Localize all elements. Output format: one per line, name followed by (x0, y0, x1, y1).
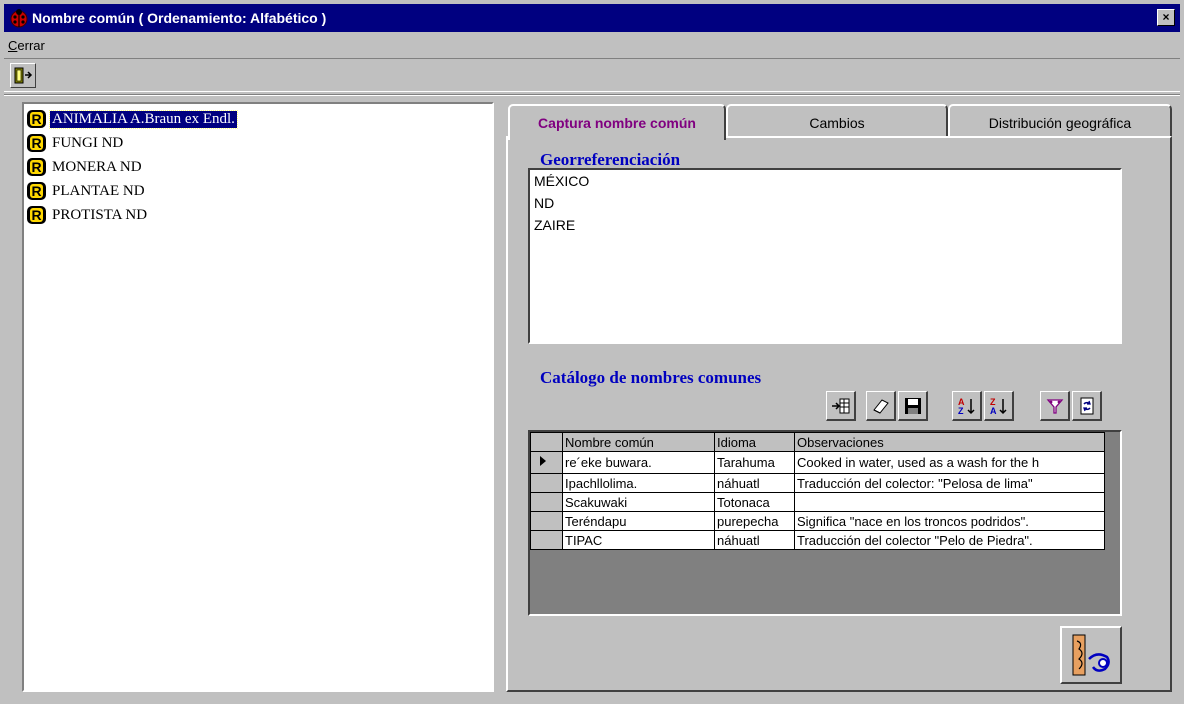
exit-person-icon (1072, 634, 1110, 676)
door-exit-icon (14, 67, 33, 84)
tree-item-protista[interactable]: R PROTISTA ND (26, 204, 149, 226)
tab-cambios[interactable]: Cambios (726, 104, 948, 140)
svg-text:Z: Z (958, 406, 964, 416)
tab-distribucion-geografica[interactable]: Distribución geográfica (948, 104, 1172, 140)
row-indicator-header (530, 432, 563, 452)
tab-captura-nombre-comun[interactable]: Captura nombre común (508, 104, 726, 140)
cell-nombre[interactable]: Teréndapu (562, 511, 715, 531)
column-header-observaciones[interactable]: Observaciones (794, 432, 1105, 452)
table-header-row: Nombre común Idioma Observaciones (530, 432, 1105, 452)
sort-ascending-button[interactable]: AZ (952, 391, 982, 421)
title-bar: Nombre común ( Ordenamiento: Alfabético … (4, 4, 1180, 32)
cell-observaciones[interactable] (794, 492, 1105, 512)
nombres-comunes-table: Nombre común Idioma Observaciones re´eke… (530, 432, 1105, 550)
erase-button[interactable] (866, 391, 896, 421)
r-badge-icon: R (26, 133, 48, 153)
window-title: Nombre común ( Ordenamiento: Alfabético … (32, 10, 327, 26)
svg-text:R: R (31, 111, 41, 127)
cell-observaciones[interactable]: Traducción del colector: "Pelosa de lima… (794, 473, 1105, 493)
cell-idioma[interactable]: Totonaca (714, 492, 795, 512)
svg-text:R: R (31, 207, 41, 223)
tree-item-plantae[interactable]: R PLANTAE ND (26, 180, 147, 202)
cell-observaciones[interactable]: Traducción del colector "Pelo de Piedra"… (794, 530, 1105, 550)
refresh-icon (1080, 397, 1094, 415)
filter-button[interactable] (1040, 391, 1070, 421)
r-badge-icon: R (26, 109, 48, 129)
cell-observaciones[interactable]: Significa "nace en los troncos podridos"… (794, 511, 1105, 531)
exit-button[interactable] (1060, 626, 1122, 684)
row-indicator[interactable] (530, 511, 563, 531)
svg-text:R: R (31, 135, 41, 151)
tree-item-label: PLANTAE ND (52, 182, 145, 199)
close-icon: × (1162, 10, 1170, 24)
cell-nombre[interactable]: TIPAC (562, 530, 715, 550)
table-row[interactable]: Scakuwaki Totonaca (530, 492, 1105, 512)
tree-item-label: MONERA ND (52, 158, 142, 175)
tree-item-fungi[interactable]: R FUNGI ND (26, 132, 125, 154)
current-row-arrow-icon (540, 456, 546, 466)
sort-descending-button[interactable]: ZA (984, 391, 1014, 421)
cell-nombre[interactable]: Scakuwaki (562, 492, 715, 512)
toolbar (4, 58, 1180, 92)
cell-nombre[interactable]: Ipachllolima. (562, 473, 715, 493)
svg-text:R: R (31, 159, 41, 175)
column-header-idioma[interactable]: Idioma (714, 432, 795, 452)
filter-icon (1046, 399, 1064, 414)
row-indicator[interactable] (530, 492, 563, 512)
menu-cerrar[interactable]: Cerrar (4, 38, 51, 53)
save-button[interactable] (898, 391, 928, 421)
table-row[interactable]: re´eke buwara. Tarahuma Cooked in water,… (530, 451, 1105, 474)
menu-bar: Cerrar (4, 34, 1180, 56)
tree-item-label: FUNGI ND (52, 134, 124, 151)
cell-idioma[interactable]: náhuatl (714, 473, 795, 493)
table-row[interactable]: TIPAC náhuatl Traducción del colector "P… (530, 530, 1105, 550)
sort-descending-icon: ZA (990, 397, 1007, 416)
tree-item-label: ANIMALIA A.Braun ex Endl. (49, 109, 238, 129)
svg-text:A: A (990, 406, 997, 416)
save-icon (905, 398, 921, 414)
cell-nombre[interactable]: re´eke buwara. (562, 451, 715, 474)
exit-door-button[interactable] (10, 63, 36, 88)
taxonomy-tree[interactable]: R ANIMALIA A.Braun ex Endl. R FUNGI ND R… (22, 102, 494, 692)
refresh-button[interactable] (1072, 391, 1102, 421)
tree-item-monera[interactable]: R MONERA ND (26, 156, 144, 178)
cell-idioma[interactable]: purepecha (714, 511, 795, 531)
nombres-comunes-grid[interactable]: Nombre común Idioma Observaciones re´eke… (528, 430, 1122, 616)
ladybug-app-icon (10, 9, 28, 28)
r-badge-icon: R (26, 181, 48, 201)
tree-item-label: PROTISTA ND (52, 206, 148, 223)
row-indicator[interactable] (530, 451, 563, 474)
cell-observaciones[interactable]: Cooked in water, used as a wash for the … (794, 451, 1105, 474)
table-row[interactable]: Teréndapu purepecha Significa "nace en l… (530, 511, 1105, 531)
table-row[interactable]: Ipachllolima. náhuatl Traducción del col… (530, 473, 1105, 493)
insert-column-button[interactable] (826, 391, 856, 421)
tree-item-animalia[interactable]: R ANIMALIA A.Braun ex Endl. (26, 108, 238, 130)
sort-ascending-icon: AZ (958, 397, 975, 416)
georreferenciacion-list[interactable]: MÉXICO ND ZAIRE (528, 168, 1122, 344)
cell-idioma[interactable]: Tarahuma (714, 451, 795, 474)
svg-text:R: R (31, 183, 41, 199)
eraser-icon (873, 399, 889, 414)
r-badge-icon: R (26, 205, 48, 225)
cell-idioma[interactable]: náhuatl (714, 530, 795, 550)
r-badge-icon: R (26, 157, 48, 177)
content-separator (4, 94, 1180, 96)
geo-list-item[interactable]: MÉXICO (530, 170, 1120, 192)
row-indicator[interactable] (530, 473, 563, 493)
catalogo-title: Catálogo de nombres comunes (540, 368, 762, 387)
row-indicator[interactable] (530, 530, 563, 550)
geo-list-item[interactable]: ND (530, 192, 1120, 214)
insert-column-icon (832, 398, 850, 414)
geo-list-item[interactable]: ZAIRE (530, 214, 1120, 236)
georreferenciacion-title: Georreferenciación (540, 150, 681, 169)
close-window-button[interactable]: × (1157, 9, 1175, 26)
column-header-nombre-comun[interactable]: Nombre común (562, 432, 715, 452)
